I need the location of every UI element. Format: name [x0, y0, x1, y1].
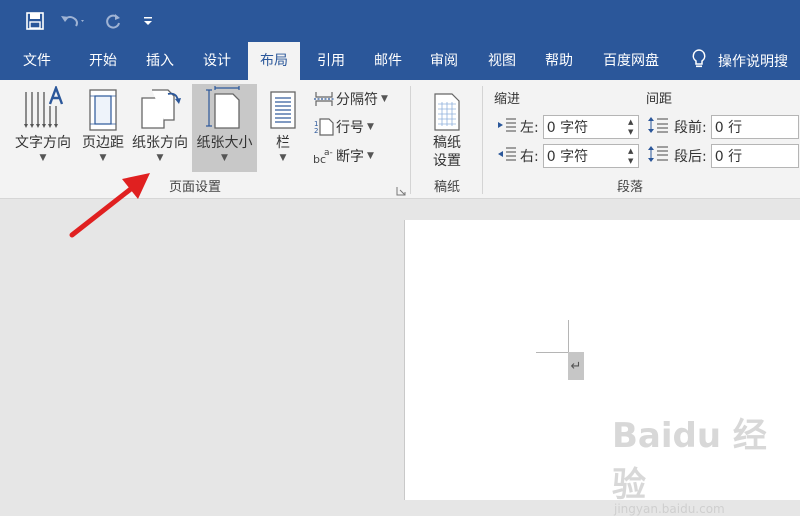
columns-button[interactable]: 栏 ▼ — [262, 84, 304, 172]
orientation-icon — [128, 84, 192, 132]
dropdown-arrow-icon: ▼ — [381, 94, 388, 104]
margins-icon — [76, 84, 130, 132]
orientation-button[interactable]: 纸张方向 ▼ — [128, 84, 192, 172]
breaks-label: 分隔符 — [336, 92, 378, 108]
line-numbers-button[interactable]: 12 行号 ▼ — [312, 114, 374, 140]
line-numbers-label: 行号 — [336, 120, 364, 136]
indent-right-row: 右: 0 字符 ▲ ▼ — [498, 142, 639, 170]
space-after-value: 0 行 — [714, 149, 743, 165]
size-button[interactable]: 纸张大小 ▼ — [192, 84, 257, 172]
customize-icon[interactable] — [143, 11, 153, 31]
dropdown-arrow-icon: ▼ — [367, 151, 374, 161]
hyphenation-icon: bc a- — [312, 147, 336, 165]
paragraph-group-label: 段落 — [616, 180, 643, 195]
tab-references[interactable]: 引用 — [304, 42, 358, 80]
tab-layout[interactable]: 布局 — [248, 42, 300, 80]
space-before-label: 段前: — [674, 120, 707, 136]
title-bar — [0, 0, 800, 42]
indent-left-input[interactable]: 0 字符 ▲ ▼ — [542, 115, 639, 139]
paragraph-mark: ↵ — [568, 352, 584, 380]
text-direction-button[interactable]: 文字方向 ▼ — [8, 84, 78, 172]
breaks-icon — [312, 90, 336, 108]
tell-me-search[interactable]: 操作说明搜 — [692, 42, 788, 80]
draft-settings-label-1: 稿纸 — [433, 135, 461, 151]
tab-help[interactable]: 帮助 — [532, 42, 586, 80]
space-after-row: 段后: 0 行 — [648, 142, 799, 170]
spinner-arrows-icon[interactable]: ▲ ▼ — [626, 146, 636, 166]
margins-button[interactable]: 页边距 ▼ — [76, 84, 130, 172]
save-icon[interactable] — [26, 11, 44, 31]
indent-right-input[interactable]: 0 字符 ▲ ▼ — [542, 144, 639, 168]
line-numbers-icon: 12 — [312, 118, 336, 136]
indent-right-label: 右: — [520, 149, 539, 165]
watermark-brand: Baidu 经验 — [612, 416, 767, 505]
space-after-label: 段后: — [674, 149, 707, 165]
tab-baidu-netdisk[interactable]: 百度网盘 — [592, 42, 670, 80]
crop-mark — [568, 320, 569, 352]
group-separator — [482, 86, 483, 194]
draft-group-label: 稿纸 — [433, 180, 460, 195]
margins-label: 页边距 — [82, 135, 124, 151]
dropdown-arrow-icon: ▼ — [367, 122, 374, 132]
redo-icon[interactable] — [104, 11, 122, 31]
columns-icon — [262, 84, 304, 132]
annotation-arrow-icon — [60, 160, 160, 245]
space-before-icon — [648, 116, 668, 138]
tab-home[interactable]: 开始 — [76, 42, 130, 80]
tell-me-text: 操作说明搜 — [718, 54, 788, 70]
draft-settings-label-2: 设置 — [433, 153, 461, 169]
tab-file[interactable]: 文件 — [12, 42, 62, 80]
tab-design[interactable]: 设计 — [190, 42, 244, 80]
dropdown-arrow-icon: ▼ — [221, 153, 228, 163]
watermark-url: jingyan.baidu.com — [614, 502, 725, 516]
indent-left-row: 左: 0 字符 ▲ ▼ — [498, 113, 639, 141]
indent-left-icon — [498, 118, 516, 136]
svg-text:2: 2 — [314, 127, 318, 135]
paper-size-icon — [192, 84, 257, 132]
dialog-launcher-icon[interactable] — [396, 181, 406, 196]
space-before-value: 0 行 — [714, 120, 743, 136]
orientation-label: 纸张方向 — [132, 135, 188, 151]
indent-left-label: 左: — [520, 120, 539, 136]
group-separator — [410, 86, 411, 194]
lightbulb-icon — [692, 49, 706, 73]
spacing-header: 间距 — [646, 92, 673, 107]
tab-view[interactable]: 视图 — [475, 42, 529, 80]
size-label: 纸张大小 — [196, 135, 253, 151]
dropdown-arrow-icon: ▼ — [279, 153, 287, 163]
indent-header: 缩进 — [494, 92, 521, 107]
draft-paper-icon — [420, 84, 474, 132]
text-direction-icon — [8, 84, 78, 132]
indent-right-icon — [498, 147, 516, 165]
draft-settings-button[interactable]: 稿纸 设置 — [420, 84, 474, 172]
tab-mailings[interactable]: 邮件 — [362, 42, 414, 80]
indent-left-value: 0 字符 — [546, 120, 589, 136]
indent-right-value: 0 字符 — [546, 149, 589, 165]
breaks-button[interactable]: 分隔符 ▼ — [312, 86, 388, 112]
tab-review[interactable]: 审阅 — [418, 42, 470, 80]
undo-icon[interactable] — [60, 11, 86, 31]
hyphenation-label: 断字 — [336, 149, 364, 165]
space-after-input[interactable]: 0 行 — [710, 144, 799, 168]
space-before-row: 段前: 0 行 — [648, 113, 799, 141]
space-before-input[interactable]: 0 行 — [710, 115, 799, 139]
spinner-arrows-icon[interactable]: ▲ ▼ — [626, 117, 636, 137]
svg-text:a-: a- — [324, 148, 333, 158]
crop-mark — [536, 352, 568, 353]
ribbon-tabs: 文件 开始 插入 设计 布局 引用 邮件 审阅 视图 帮助 百度网盘 操作说明搜 — [0, 42, 800, 80]
tab-insert[interactable]: 插入 — [134, 42, 186, 80]
hyphenation-button[interactable]: bc a- 断字 ▼ — [312, 143, 374, 169]
space-after-icon — [648, 145, 668, 167]
columns-label: 栏 — [276, 135, 290, 151]
text-direction-label: 文字方向 — [15, 135, 71, 151]
